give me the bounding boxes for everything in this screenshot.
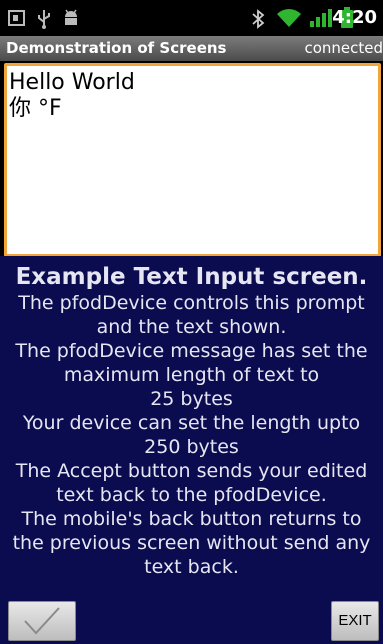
prompt-line: maximum length of text to	[63, 364, 320, 386]
connection-status: connected	[304, 39, 383, 57]
accept-button[interactable]	[8, 601, 76, 641]
text-input-field[interactable]: Hello World 你 °F	[4, 63, 381, 257]
prompt-line: 25 bytes	[150, 388, 233, 410]
wifi-icon	[277, 9, 301, 27]
clock: 4:20	[332, 7, 377, 28]
prompt-line: the previous screen without send any	[12, 532, 371, 554]
usb-icon	[38, 10, 50, 29]
button-bar: EXIT	[0, 601, 383, 644]
prompt-line: The mobile's back button returns to	[21, 508, 362, 530]
signal-icon	[310, 9, 332, 27]
app-title: Demonstration of Screens	[6, 39, 227, 57]
prompt-line: text back.	[144, 556, 239, 578]
status-bar: 4:20	[0, 0, 383, 36]
prompt-line: The pfodDevice message has set the	[15, 340, 368, 362]
prompt-line: Your device can set the length upto	[22, 412, 361, 434]
prompt-line: 250 bytes	[144, 436, 239, 458]
prompt-panel: Example Text Input screen. The pfodDevic…	[0, 256, 383, 601]
text-input-line-2: 你 °F	[9, 96, 62, 121]
bluetooth-icon	[252, 9, 265, 29]
prompt-line: text back to the pfodDevice.	[56, 484, 327, 506]
checkmark-icon	[24, 607, 60, 635]
screen-icon	[8, 10, 25, 26]
prompt-line: The Accept button sends your edited	[15, 460, 368, 482]
exit-button[interactable]: EXIT	[331, 601, 379, 641]
android-debug-icon	[65, 9, 77, 25]
title-bar: Demonstration of Screens connected	[0, 36, 383, 61]
prompt-line: The pfodDevice controls this prompt	[18, 292, 365, 314]
prompt-heading: Example Text Input screen.	[15, 264, 368, 290]
text-input-line-1: Hello World	[9, 70, 135, 95]
prompt-line: and the text shown.	[96, 316, 287, 338]
